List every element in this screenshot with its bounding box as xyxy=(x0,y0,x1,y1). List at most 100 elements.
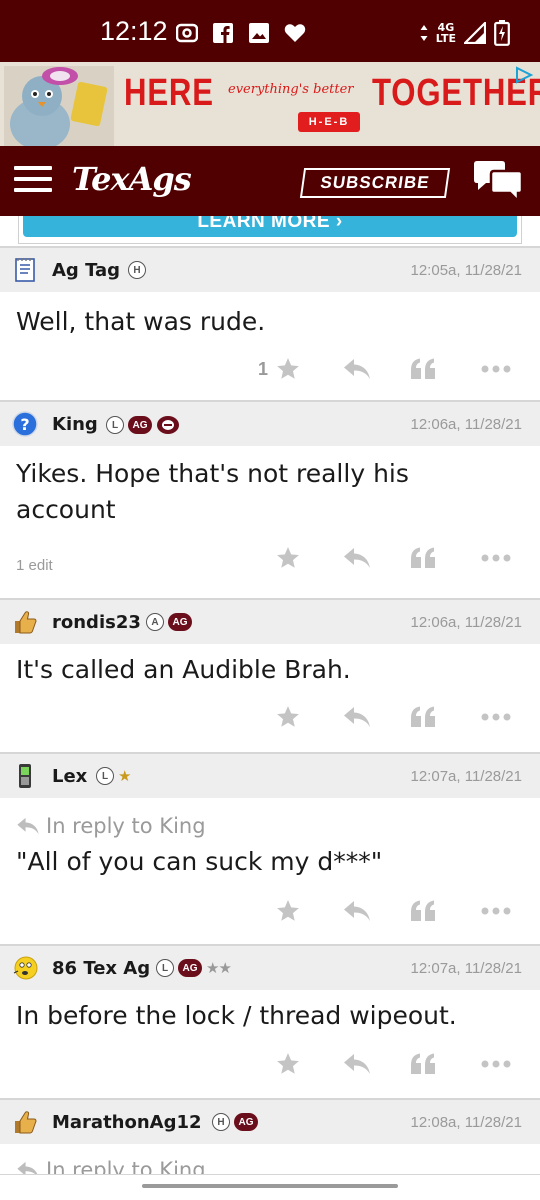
quote-icon[interactable] xyxy=(408,1049,438,1079)
reply-icon[interactable] xyxy=(340,354,374,384)
post-header: 86 Tex Ag L AG ★★ 12:07a, 11/28/21 xyxy=(0,946,540,990)
badge-star: ★ xyxy=(118,767,132,785)
reply-icon[interactable] xyxy=(340,896,374,926)
notepad-avatar-icon xyxy=(15,258,35,282)
status-time: 12:12 xyxy=(100,16,168,46)
post: Lex L ★ 12:07a, 11/28/21 In reply to Kin… xyxy=(0,754,540,944)
post: ? King L AG 12:06a, 11/28/21 Yikes. Hope… xyxy=(0,402,540,598)
more-options-icon[interactable] xyxy=(480,1049,512,1079)
reply-icon[interactable] xyxy=(340,1049,374,1079)
learn-more-button[interactable]: LEARN MORE › xyxy=(23,216,517,237)
post-timestamp[interactable]: 12:08a, 11/28/21 xyxy=(411,1114,523,1131)
star-icon[interactable] xyxy=(274,702,302,732)
more-options-icon[interactable] xyxy=(480,543,512,573)
post-body: "All of you can suck my d***" xyxy=(16,847,383,876)
reply-to-link[interactable]: In reply to King xyxy=(16,1158,206,1174)
network-sub-label: LTE xyxy=(435,32,456,45)
screen-record-icon xyxy=(176,22,198,44)
site-logo[interactable]: TexAgs xyxy=(72,160,192,198)
post-timestamp[interactable]: 12:07a, 11/28/21 xyxy=(411,768,523,785)
reply-to-text: In reply to King xyxy=(46,1158,206,1174)
heart-icon xyxy=(284,22,306,44)
badge-l: L xyxy=(156,959,174,977)
divider xyxy=(0,1174,540,1175)
menu-icon[interactable] xyxy=(14,166,52,196)
post-actions xyxy=(0,896,540,926)
reply-to-link[interactable]: In reply to King xyxy=(16,814,206,838)
badge-ag: AG xyxy=(234,1113,258,1131)
gallery-icon xyxy=(248,22,270,44)
ad-mascot-image xyxy=(4,66,114,146)
badge-ag: AG xyxy=(128,416,152,434)
network-type: 4G LTE xyxy=(436,22,456,44)
post-username[interactable]: Lex xyxy=(52,766,87,787)
post-timestamp[interactable]: 12:06a, 11/28/21 xyxy=(411,416,523,433)
heb-logo: H-E-B xyxy=(298,112,360,132)
badge-l: L xyxy=(96,767,114,785)
post-timestamp[interactable]: 12:06a, 11/28/21 xyxy=(411,614,523,631)
chat-icon[interactable] xyxy=(472,160,524,204)
quote-icon[interactable] xyxy=(408,543,438,573)
thumbs-up-avatar-icon xyxy=(15,611,37,634)
star-icon[interactable] xyxy=(274,354,302,384)
reply-to-text: In reply to King xyxy=(46,814,206,838)
gesture-nav-handle[interactable] xyxy=(142,1184,398,1188)
user-badges: L AG ★★ xyxy=(156,959,232,977)
quote-icon[interactable] xyxy=(408,896,438,926)
post-header: Lex L ★ 12:07a, 11/28/21 xyxy=(0,754,540,798)
post-timestamp[interactable]: 12:07a, 11/28/21 xyxy=(411,960,523,977)
more-options-icon[interactable] xyxy=(480,896,512,926)
post-username[interactable]: rondis23 xyxy=(52,612,141,633)
emoji-avatar-icon xyxy=(13,956,38,980)
star-icon[interactable] xyxy=(274,1049,302,1079)
badge-l: L xyxy=(106,416,124,434)
user-badges: L AG xyxy=(106,415,180,435)
post-body: Yikes. Hope that's not really his accoun… xyxy=(16,459,409,524)
like-count: 1 xyxy=(258,359,269,379)
reply-icon xyxy=(17,1161,38,1174)
ad-choices-icon[interactable] xyxy=(514,66,534,84)
reply-icon[interactable] xyxy=(340,543,374,573)
star-icon[interactable] xyxy=(274,543,302,573)
post: Ag Tag H 12:05a, 11/28/21 Well, that was… xyxy=(0,248,540,400)
data-arrows-icon xyxy=(420,25,428,41)
post-actions: 1 xyxy=(0,354,540,384)
post-actions xyxy=(0,1049,540,1079)
post-username[interactable]: MarathonAg12 xyxy=(52,1112,202,1133)
quote-icon[interactable] xyxy=(408,702,438,732)
post: rondis23 A AG 12:06a, 11/28/21 It's call… xyxy=(0,600,540,752)
post-username[interactable]: 86 Tex Ag xyxy=(52,958,150,979)
post-actions xyxy=(0,702,540,732)
thumbs-up-avatar-icon xyxy=(15,1111,37,1134)
svg-text:?: ? xyxy=(20,415,29,434)
post-body: It's called an Audible Brah. xyxy=(16,655,351,684)
badge-ag: AG xyxy=(168,613,192,631)
post-body: In before the lock / thread wipeout. xyxy=(16,1001,457,1030)
post-actions xyxy=(0,543,540,573)
post-timestamp[interactable]: 12:05a, 11/28/21 xyxy=(411,262,523,279)
phone-avatar-icon xyxy=(19,764,31,788)
star-icon[interactable] xyxy=(274,896,302,926)
post-username[interactable]: King xyxy=(52,414,98,435)
learn-more-strip: LEARN MORE › xyxy=(0,216,540,246)
user-badges: A AG xyxy=(146,613,192,631)
ad-headline-here: HERE xyxy=(124,72,214,114)
post: MarathonAg12 H AG 12:08a, 11/28/21 In re… xyxy=(0,1100,540,1174)
post-username[interactable]: Ag Tag xyxy=(52,260,120,281)
user-badges: H AG xyxy=(212,1113,258,1131)
quote-icon[interactable] xyxy=(408,354,438,384)
badge-stars: ★★ xyxy=(206,959,232,977)
question-avatar-icon: ? xyxy=(12,411,38,437)
status-icons-right: 4G LTE xyxy=(420,20,510,46)
post-header: ? King L AG 12:06a, 11/28/21 xyxy=(0,402,540,446)
ad-banner[interactable]: HERE everything's better TOGETHER H-E-B xyxy=(0,62,540,146)
more-options-icon[interactable] xyxy=(480,354,512,384)
subscribe-button[interactable]: SUBSCRIBE xyxy=(299,168,451,198)
facebook-icon xyxy=(212,22,234,44)
signal-icon xyxy=(464,22,486,44)
user-badges: H xyxy=(128,261,146,279)
reply-icon[interactable] xyxy=(340,702,374,732)
reply-icon xyxy=(17,817,39,835)
more-options-icon[interactable] xyxy=(480,702,512,732)
learn-more-container: LEARN MORE › xyxy=(18,216,522,244)
